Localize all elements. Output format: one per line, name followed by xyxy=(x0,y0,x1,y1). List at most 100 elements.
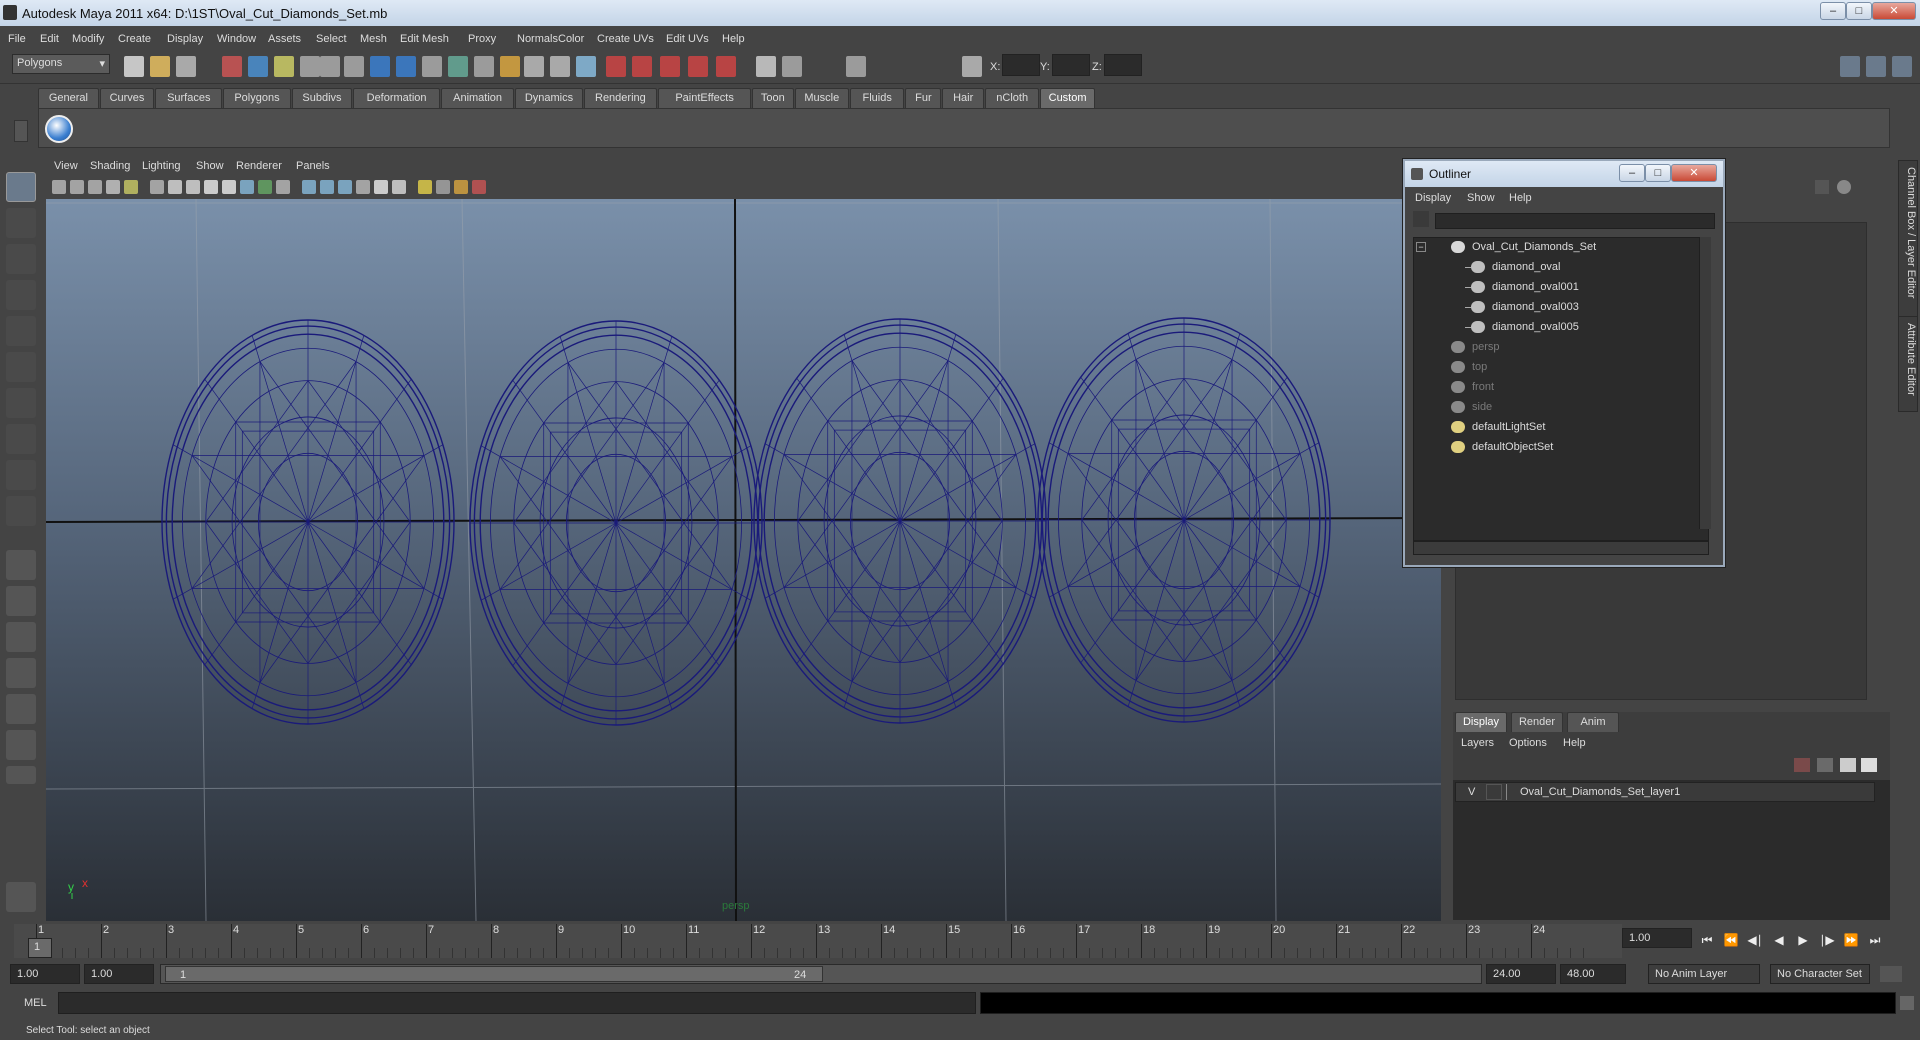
outliner-item[interactable]: diamond_oval001 xyxy=(1414,278,1704,298)
layer-options-icon[interactable] xyxy=(1840,758,1856,772)
image-plane-icon[interactable] xyxy=(70,180,84,194)
xray-active-icon[interactable] xyxy=(338,180,352,194)
outliner-item[interactable]: persp xyxy=(1414,338,1704,358)
new-scene-icon[interactable] xyxy=(124,56,144,77)
textured-icon[interactable] xyxy=(240,180,254,194)
outliner-item[interactable]: top xyxy=(1414,358,1704,378)
channel-box-toggle-icon[interactable] xyxy=(1837,180,1851,194)
viewport-menu-lighting[interactable]: Lighting xyxy=(142,160,181,172)
menu-file[interactable]: File xyxy=(8,33,26,45)
menu-window[interactable]: Window xyxy=(217,33,256,45)
outliner-filter-icon[interactable] xyxy=(1413,211,1429,227)
shelf-tab-animation[interactable]: Animation xyxy=(440,88,515,108)
layer-tab-anim[interactable]: Anim xyxy=(1567,712,1619,732)
select-tool-icon[interactable] xyxy=(6,172,36,202)
menu-create-uvs[interactable]: Create UVs xyxy=(597,33,654,45)
outliner-item[interactable]: diamond_oval005 xyxy=(1414,318,1704,338)
menu-create[interactable]: Create xyxy=(118,33,151,45)
outliner-vertical-scrollbar[interactable] xyxy=(1699,237,1711,529)
diamond-wireframe[interactable] xyxy=(469,320,763,726)
layer-row[interactable]: V Oval_Cut_Diamonds_Set_layer1 xyxy=(1455,782,1875,802)
layout-options-icon[interactable] xyxy=(6,766,36,784)
xray-joints-icon[interactable] xyxy=(320,180,334,194)
last-tool-icon[interactable] xyxy=(6,496,36,526)
viewport-menu-view[interactable]: View xyxy=(54,160,78,172)
coord-field-x[interactable] xyxy=(1002,54,1040,76)
diamond-wireframe[interactable] xyxy=(161,319,455,725)
attribute-editor-toggle-icon[interactable] xyxy=(1815,180,1829,194)
paint-select-tool-icon[interactable] xyxy=(6,244,36,274)
soft-modification-icon[interactable] xyxy=(6,424,36,454)
select-component-icon[interactable] xyxy=(274,56,294,77)
current-frame-marker[interactable]: 1 xyxy=(28,938,52,958)
snap-curve-icon[interactable] xyxy=(396,56,416,77)
outliner-item[interactable]: defaultObjectSet xyxy=(1414,438,1704,458)
menu-edit[interactable]: Edit xyxy=(40,33,59,45)
select-mask-icon[interactable] xyxy=(300,56,320,77)
play-backward-icon[interactable]: ◀ xyxy=(1768,930,1790,950)
outliner-item[interactable]: front xyxy=(1414,378,1704,398)
shelf-tab-deformation[interactable]: Deformation xyxy=(353,88,440,108)
shelf-tab-fluids[interactable]: Fluids xyxy=(850,88,905,108)
checkmark-shelf-icon[interactable] xyxy=(45,115,73,143)
range-slider-track[interactable]: 1 24 xyxy=(160,964,1482,984)
xray-icon[interactable] xyxy=(302,180,316,194)
default-lighting-icon[interactable] xyxy=(204,180,218,194)
persp-hypergraph-layout-icon[interactable] xyxy=(6,694,36,724)
shelf-tab-polygons[interactable]: Polygons xyxy=(223,88,291,108)
menu-edit-mesh[interactable]: Edit Mesh xyxy=(400,33,449,45)
layer-menu-help[interactable]: Help xyxy=(1563,737,1586,749)
render-settings-icon[interactable] xyxy=(756,56,776,77)
step-forward-frame-icon[interactable]: ∣▶ xyxy=(1816,930,1838,950)
outliner-item[interactable]: defaultLightSet xyxy=(1414,418,1704,438)
coord-field-z[interactable] xyxy=(1104,54,1142,76)
menu-normals[interactable]: Normals xyxy=(517,33,558,45)
single-pane-layout-icon[interactable] xyxy=(6,550,36,580)
menu-mesh[interactable]: Mesh xyxy=(360,33,387,45)
outliner-menu-help[interactable]: Help xyxy=(1509,192,1532,204)
make-live-icon[interactable] xyxy=(474,56,494,77)
persp-graph-layout-icon[interactable] xyxy=(6,658,36,688)
safe-action-icon[interactable] xyxy=(472,180,486,194)
input-ops-icon[interactable] xyxy=(524,56,544,77)
subdiv-toggle-icon[interactable] xyxy=(374,180,388,194)
shelf-tab-ncloth[interactable]: nCloth xyxy=(985,88,1040,108)
shelf-tab-subdivs[interactable]: Subdivs xyxy=(291,88,353,108)
viewport-menu-panels[interactable]: Panels xyxy=(296,160,330,172)
outliner-minimize-button[interactable]: – xyxy=(1619,164,1645,182)
side-tab-attribute-editor[interactable]: Attribute Editor xyxy=(1898,316,1918,412)
step-forward-key-icon[interactable]: ⏩ xyxy=(1840,930,1862,950)
go-to-start-icon[interactable]: ⏮ xyxy=(1696,930,1718,950)
coord-field-y[interactable] xyxy=(1052,54,1090,76)
snap-grid-icon[interactable] xyxy=(370,56,390,77)
outliner-search-input[interactable] xyxy=(1435,213,1715,229)
smooth-preview-icon[interactable] xyxy=(392,180,406,194)
outliner-horizontal-scrollbar[interactable] xyxy=(1413,541,1709,555)
outliner-item[interactable]: Oval_Cut_Diamonds_Set xyxy=(1414,238,1704,258)
construction-icon[interactable] xyxy=(606,56,626,77)
layer-menu-options[interactable]: Options xyxy=(1509,737,1547,749)
grid-toggle-icon[interactable] xyxy=(150,180,164,194)
outliner-menu-display[interactable]: Display xyxy=(1415,192,1451,204)
layer-type-toggle[interactable] xyxy=(1486,784,1502,800)
minimize-button[interactable]: – xyxy=(1820,2,1846,20)
shadows-icon[interactable] xyxy=(258,180,272,194)
shelf-tab-dynamics[interactable]: Dynamics xyxy=(515,88,583,108)
save-scene-icon[interactable] xyxy=(176,56,196,77)
bookmarks-icon[interactable] xyxy=(88,180,102,194)
highlight-selection-icon[interactable] xyxy=(344,56,364,77)
menu-select[interactable]: Select xyxy=(316,33,347,45)
outliner-menu-show[interactable]: Show xyxy=(1467,192,1495,204)
shelf-tab-muscle[interactable]: Muscle xyxy=(794,88,849,108)
help-icon[interactable] xyxy=(576,56,596,77)
diamond-wireframe[interactable] xyxy=(1037,317,1331,723)
xform-mode-icon[interactable] xyxy=(962,56,982,77)
command-language-label[interactable]: MEL xyxy=(24,997,47,1009)
four-pane-layout-icon[interactable] xyxy=(6,586,36,616)
menu-assets[interactable]: Assets xyxy=(268,33,301,45)
viewport-menu-shading[interactable]: Shading xyxy=(90,160,130,172)
selection-handles-icon[interactable] xyxy=(632,56,652,77)
show-tool-settings-icon[interactable] xyxy=(1866,56,1886,77)
viewport-menu-renderer[interactable]: Renderer xyxy=(236,160,282,172)
show-attribute-editor-icon[interactable] xyxy=(1840,56,1860,77)
